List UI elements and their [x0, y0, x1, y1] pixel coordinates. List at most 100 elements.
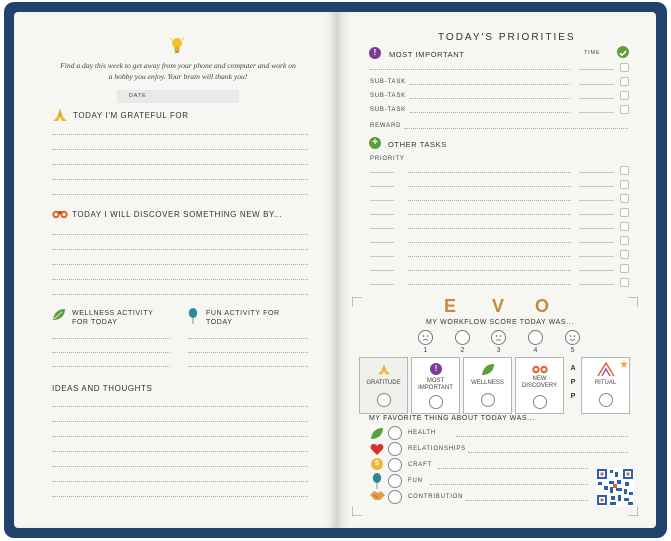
task-line[interactable]: [408, 200, 571, 201]
task-checkbox[interactable]: [620, 166, 629, 175]
task-checkbox[interactable]: [620, 250, 629, 259]
reward-line[interactable]: [404, 128, 628, 129]
task-line[interactable]: [408, 172, 571, 173]
score-face-4[interactable]: [528, 330, 543, 345]
task-line[interactable]: [408, 256, 571, 257]
time-line[interactable]: [579, 69, 614, 70]
task-line[interactable]: [408, 284, 571, 285]
favorite-checkbox[interactable]: [388, 458, 402, 472]
time-line[interactable]: [579, 242, 614, 243]
task-line[interactable]: [408, 270, 571, 271]
task-checkbox[interactable]: [620, 278, 629, 287]
ideas-line[interactable]: [52, 436, 308, 437]
priority-line[interactable]: [370, 200, 394, 201]
priority-line[interactable]: [370, 284, 394, 285]
grateful-line[interactable]: [52, 194, 308, 195]
time-line[interactable]: [579, 200, 614, 201]
favorite-line[interactable]: [456, 436, 628, 437]
fun-line[interactable]: [188, 352, 308, 353]
ideas-line[interactable]: [52, 481, 308, 482]
task-checkbox[interactable]: [620, 264, 629, 273]
task-checkbox[interactable]: [620, 63, 629, 72]
score-face-5[interactable]: [565, 330, 580, 345]
ideas-line[interactable]: [52, 421, 308, 422]
ideas-line[interactable]: [52, 496, 308, 497]
subtask-line[interactable]: [410, 98, 570, 99]
time-line[interactable]: [579, 214, 614, 215]
time-line[interactable]: [579, 98, 614, 99]
task-checkbox[interactable]: [620, 194, 629, 203]
time-line[interactable]: [579, 228, 614, 229]
card-checkbox[interactable]: [481, 393, 495, 407]
priority-line[interactable]: [370, 242, 394, 243]
discover-line[interactable]: [52, 279, 308, 280]
card-checkbox[interactable]: [599, 393, 613, 407]
favorite-line[interactable]: [468, 452, 628, 453]
priority-line[interactable]: [370, 228, 394, 229]
discover-line[interactable]: [52, 249, 308, 250]
new-discovery-card[interactable]: NEW DISCOVERY: [515, 357, 564, 414]
card-checkbox[interactable]: [429, 395, 443, 409]
fun-line[interactable]: [188, 338, 308, 339]
time-line[interactable]: [579, 270, 614, 271]
discover-line[interactable]: [52, 234, 308, 235]
ideas-line[interactable]: [52, 451, 308, 452]
discover-line[interactable]: [52, 294, 308, 295]
grateful-line[interactable]: [52, 134, 308, 135]
task-line[interactable]: [408, 228, 571, 229]
subtask-line[interactable]: [410, 84, 570, 85]
priority-line[interactable]: [370, 172, 394, 173]
date-field[interactable]: DATE: [117, 90, 239, 103]
favorite-checkbox[interactable]: [388, 474, 402, 488]
task-checkbox[interactable]: [620, 180, 629, 189]
wellness-line[interactable]: [52, 352, 170, 353]
discover-line[interactable]: [52, 264, 308, 265]
fun-line[interactable]: [188, 366, 308, 367]
task-checkbox[interactable]: [620, 208, 629, 217]
task-checkbox[interactable]: [620, 91, 629, 100]
favorite-line[interactable]: [438, 468, 588, 469]
qr-code[interactable]: [596, 468, 634, 506]
favorite-line[interactable]: [430, 484, 588, 485]
ritual-card[interactable]: RITUAL: [581, 357, 630, 414]
task-line[interactable]: [408, 186, 571, 187]
favorite-line[interactable]: [466, 500, 588, 501]
favorite-checkbox[interactable]: [388, 426, 402, 440]
time-line[interactable]: [579, 84, 614, 85]
task-checkbox[interactable]: [620, 77, 629, 86]
favorite-checkbox[interactable]: [388, 442, 402, 456]
score-face-2[interactable]: [455, 330, 470, 345]
grateful-line[interactable]: [52, 179, 308, 180]
priority-line[interactable]: [370, 186, 394, 187]
most-important-card[interactable]: ! MOST IMPORTANT: [411, 357, 460, 414]
time-line[interactable]: [579, 172, 614, 173]
favorite-checkbox[interactable]: [388, 490, 402, 504]
score-face-3[interactable]: [491, 330, 506, 345]
card-label: NEW DISCOVERY: [521, 376, 558, 389]
priority-line[interactable]: [370, 256, 394, 257]
ideas-line[interactable]: [52, 406, 308, 407]
grateful-line[interactable]: [52, 149, 308, 150]
wellness-line[interactable]: [52, 338, 170, 339]
task-line[interactable]: [408, 242, 571, 243]
priority-line[interactable]: [370, 270, 394, 271]
time-line[interactable]: [579, 112, 614, 113]
task-checkbox[interactable]: [620, 236, 629, 245]
wellness-line[interactable]: [52, 366, 170, 367]
grateful-line[interactable]: [52, 164, 308, 165]
gratitude-card[interactable]: GRATITUDE: [359, 357, 408, 414]
score-face-1[interactable]: [418, 330, 433, 345]
most-important-line[interactable]: [370, 69, 570, 70]
task-checkbox[interactable]: [620, 222, 629, 231]
priority-line[interactable]: [370, 214, 394, 215]
task-checkbox[interactable]: [620, 105, 629, 114]
card-checkbox[interactable]: [533, 395, 547, 409]
time-line[interactable]: [579, 186, 614, 187]
task-line[interactable]: [408, 214, 571, 215]
ideas-line[interactable]: [52, 466, 308, 467]
time-line[interactable]: [579, 256, 614, 257]
time-line[interactable]: [579, 284, 614, 285]
subtask-line[interactable]: [410, 112, 570, 113]
wellness-card[interactable]: WELLNESS: [463, 357, 512, 414]
card-checkbox[interactable]: [377, 393, 391, 407]
